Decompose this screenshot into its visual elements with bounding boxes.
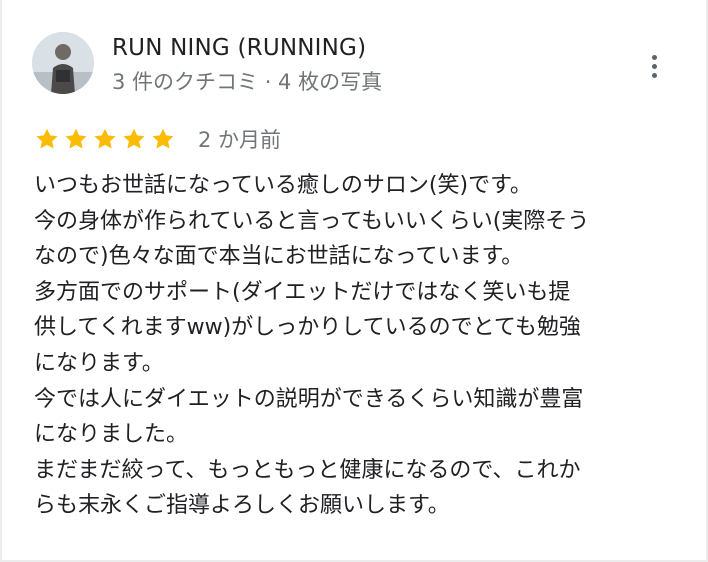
review-text-line: になりました。 bbox=[34, 422, 189, 448]
review-card: RUN NING (RUNNING) 3 件のクチコミ · 4 枚の写真 2 か… bbox=[0, 0, 708, 562]
more-vert-icon-dot bbox=[651, 63, 657, 69]
more-vert-icon-dot bbox=[651, 72, 657, 78]
rating-row: 2 か月前 bbox=[34, 124, 281, 154]
star-icon bbox=[65, 128, 87, 149]
review-text-line: 多方面でのサポート(ダイエットだけではなく笑いも提 bbox=[34, 279, 571, 305]
star-rating bbox=[34, 126, 176, 152]
review-text-line: なので)色々な面で本当にお世話になっています。 bbox=[34, 244, 524, 270]
review-text-line: になります。 bbox=[34, 350, 164, 376]
star-icon bbox=[94, 128, 116, 149]
review-text-line: 今の身体が作られていると言ってもいいくらい(実際そう bbox=[34, 208, 590, 234]
star-icon bbox=[152, 128, 174, 149]
reviewer-name[interactable]: RUN NING (RUNNING) bbox=[112, 35, 366, 61]
review-text-line: 今では人にダイエットの説明ができるくらい知識が豊富 bbox=[34, 386, 584, 412]
more-options-button[interactable] bbox=[640, 50, 668, 82]
star-icon bbox=[123, 128, 145, 149]
card-border-left bbox=[0, 0, 2, 562]
review-text-line: らも末永くご指導よろしくお願いします。 bbox=[34, 493, 450, 519]
reviewer-meta: 3 件のクチコミ · 4 枚の写真 bbox=[112, 70, 383, 94]
avatar-photo bbox=[32, 32, 94, 94]
review-text: いつもお世話になっている癒しのサロン(笑)です。今の身体が作られていると言っても… bbox=[34, 168, 682, 524]
review-text-line: いつもお世話になっている癒しのサロン(笑)です。 bbox=[34, 173, 532, 198]
review-text-line: まだまだ絞って、もっともっと健康になるので、これか bbox=[34, 457, 581, 483]
more-vert-icon bbox=[651, 54, 657, 60]
review-date: 2 か月前 bbox=[198, 128, 282, 152]
avatar[interactable] bbox=[32, 32, 94, 94]
star-icon bbox=[36, 128, 58, 149]
review-text-line: 供してくれますww)がしっかりしているのでとても勉強 bbox=[34, 315, 581, 341]
